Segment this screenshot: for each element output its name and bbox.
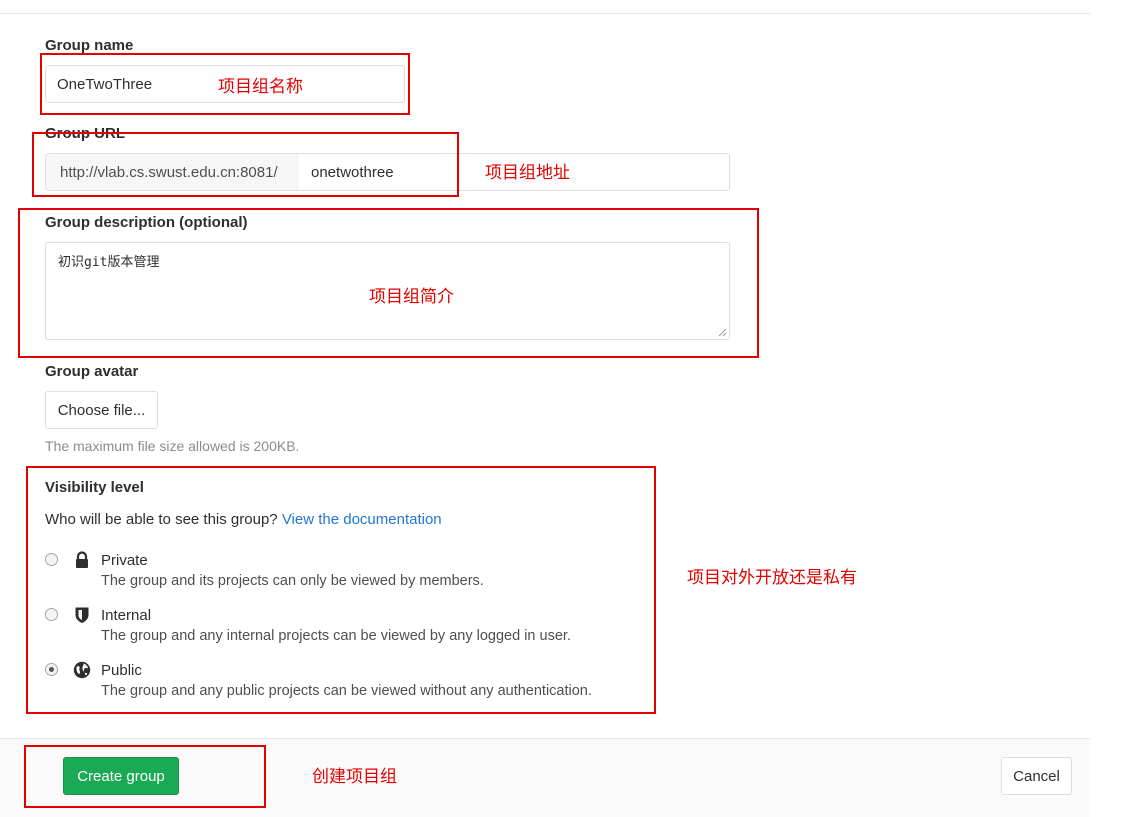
top-divider	[0, 13, 1090, 14]
group-name-label: Group name	[45, 37, 134, 54]
group-avatar-label: Group avatar	[45, 363, 139, 380]
avatar-size-help: The maximum file size allowed is 200KB.	[45, 438, 300, 454]
annotation-group-url: 项目组地址	[485, 163, 570, 183]
annotation-description: 项目组简介	[369, 287, 454, 307]
annotation-box-visibility	[26, 466, 656, 714]
annotation-create: 创建项目组	[312, 767, 397, 787]
annotation-box-create	[24, 745, 266, 808]
annotation-visibility: 项目对外开放还是私有	[687, 568, 857, 588]
annotation-box-group-url	[32, 132, 459, 197]
cancel-button[interactable]: Cancel	[1001, 757, 1072, 795]
annotation-group-name: 项目组名称	[218, 77, 303, 97]
choose-file-button[interactable]: Choose file...	[45, 391, 158, 429]
